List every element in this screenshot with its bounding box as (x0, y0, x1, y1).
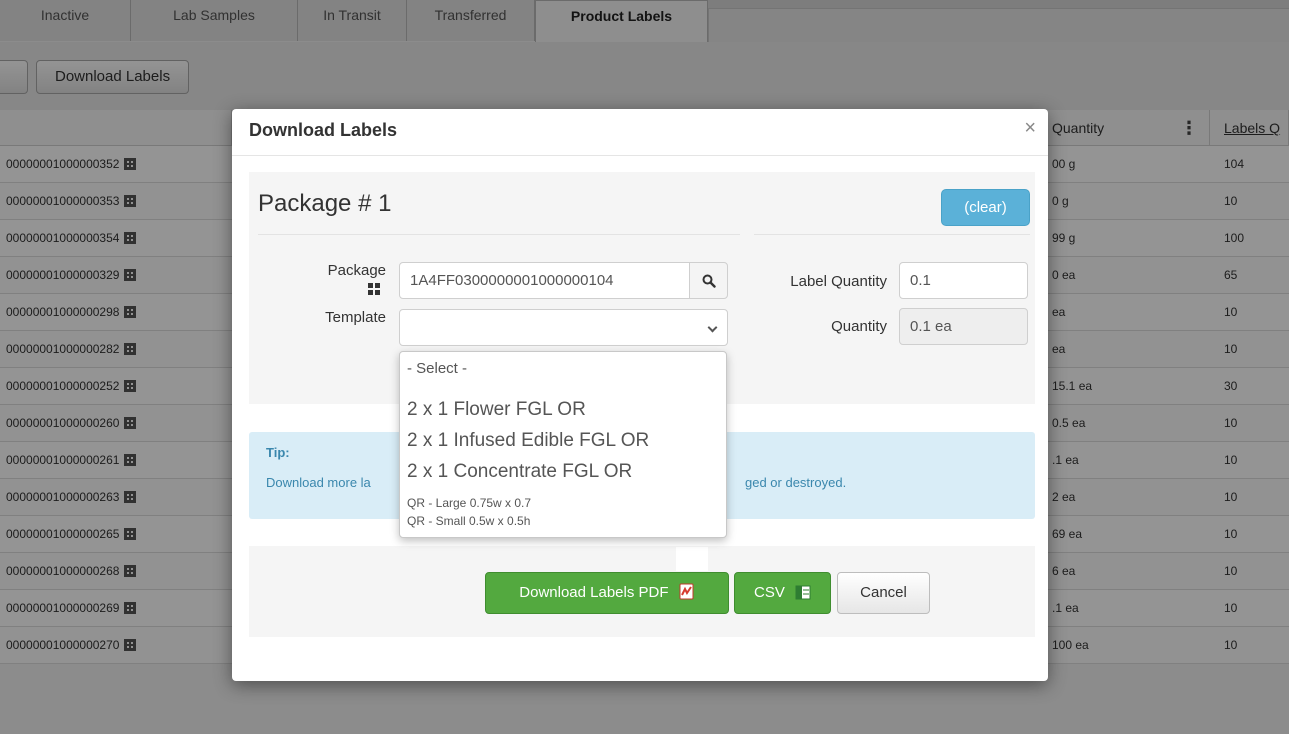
package-input[interactable]: 1A4FF0300000001000000104 (399, 262, 690, 299)
tip-label: Tip: (266, 445, 290, 460)
download-pdf-label: Download Labels PDF (519, 584, 669, 601)
package-search-button[interactable] (689, 262, 728, 299)
grid-picker-icon[interactable] (368, 283, 380, 295)
divider (754, 234, 1030, 235)
clear-button[interactable]: (clear) (941, 189, 1030, 226)
template-select[interactable] (399, 309, 728, 346)
csv-label: CSV (753, 584, 785, 601)
csv-button[interactable]: CSV (734, 572, 831, 614)
template-option[interactable]: - Select - (407, 360, 467, 377)
quantity-value: 0.1 ea (899, 308, 1028, 345)
search-icon (702, 274, 716, 288)
label-quantity-input[interactable]: 0.1 (899, 262, 1028, 299)
modal-header: Download Labels × (232, 109, 1048, 156)
template-dropdown: - Select - 2 x 1 Flower FGL OR 2 x 1 Inf… (399, 351, 727, 538)
label-quantity-label: Label Quantity (790, 273, 887, 290)
template-option[interactable]: 2 x 1 Infused Edible FGL OR (407, 430, 649, 452)
template-option[interactable]: QR - Small 0.5w x 0.5h (407, 514, 530, 528)
download-labels-pdf-button[interactable]: Download Labels PDF (485, 572, 729, 614)
package-heading: Package # 1 (258, 190, 392, 217)
modal-title: Download Labels (249, 120, 398, 140)
template-label: Template (325, 309, 386, 326)
footer-tab (676, 547, 708, 571)
quantity-label: Quantity (831, 318, 887, 335)
chevron-down-icon (707, 322, 718, 333)
pdf-icon (679, 583, 694, 600)
package-label: Package (327, 262, 386, 279)
cancel-button[interactable]: Cancel (837, 572, 930, 614)
close-icon[interactable]: × (1024, 118, 1036, 138)
divider (258, 234, 740, 235)
tip-text: Download more la (266, 475, 371, 490)
template-option[interactable]: 2 x 1 Concentrate FGL OR (407, 461, 632, 483)
tip-text-end: ged or destroyed. (745, 475, 847, 490)
excel-icon (795, 585, 811, 600)
template-option[interactable]: 2 x 1 Flower FGL OR (407, 399, 586, 421)
template-option[interactable]: QR - Large 0.75w x 0.7 (407, 496, 531, 510)
